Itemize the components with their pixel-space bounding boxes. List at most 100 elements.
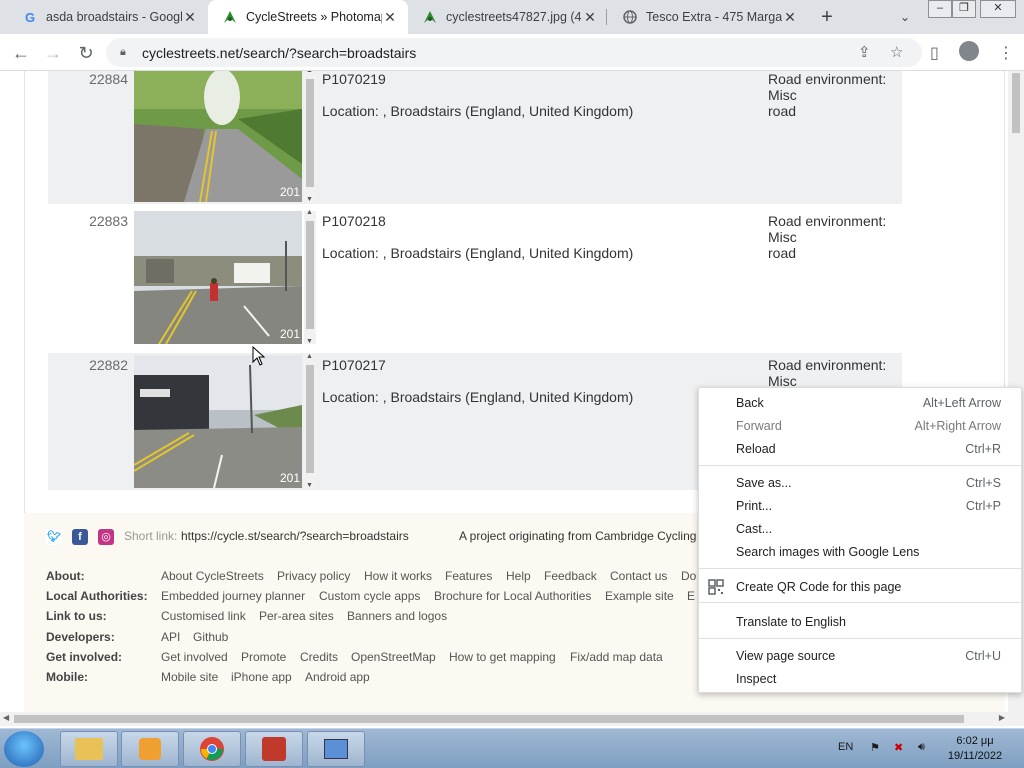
back-arrow-icon[interactable]: ← — [8, 40, 34, 66]
taskbar-control-panel[interactable] — [307, 731, 365, 767]
menu-item-save-as[interactable]: Save as... Ctrl+S — [699, 472, 1021, 494]
windows-taskbar: EN ⚑ ✖ 🔊︎ 6:02 μμ 19/11/2022 — [0, 728, 1024, 768]
media-player-icon — [139, 738, 161, 760]
footer-link[interactable]: Mobile site — [161, 670, 218, 684]
thumbnail-scrollbar[interactable]: ▲▼ — [304, 209, 316, 345]
close-icon[interactable]: ✕ — [782, 9, 798, 26]
taskbar-explorer[interactable] — [60, 731, 118, 767]
photo-thumbnail[interactable]: 201 — [134, 71, 302, 202]
close-icon[interactable]: ✕ — [382, 9, 398, 26]
network-warning-icon[interactable]: ✖ — [894, 741, 903, 754]
thumbnail-scrollbar[interactable]: ▲▼ — [304, 353, 316, 489]
context-menu: Back Alt+Left Arrow Forward Alt+Right Ar… — [698, 387, 1022, 693]
photo-title: P1070219 — [322, 71, 386, 87]
action-center-icon[interactable]: ⚑ — [870, 741, 880, 754]
close-icon[interactable]: ✕ — [582, 9, 598, 26]
footer-link[interactable]: Example site — [605, 589, 674, 603]
project-credit[interactable]: A project originating from Cambridge Cyc… — [459, 529, 696, 543]
footer-link[interactable]: How it works — [364, 569, 432, 583]
menu-item-back[interactable]: Back Alt+Left Arrow — [699, 392, 1021, 414]
photo-id: 22883 — [89, 213, 128, 229]
photo-thumbnail[interactable]: 201 — [134, 355, 302, 488]
menu-item-forward[interactable]: Forward Alt+Right Arrow — [699, 415, 1021, 437]
address-bar[interactable]: 🔒︎ cyclestreets.net/search/?search=broad… — [106, 38, 922, 67]
taskbar-app[interactable] — [245, 731, 303, 767]
footer-link[interactable]: Custom cycle apps — [319, 589, 420, 603]
footer-link[interactable]: Android app — [305, 670, 370, 684]
short-link[interactable]: https://cycle.st/search/?search=broadsta… — [181, 529, 409, 543]
restore-button[interactable]: ❐ — [952, 0, 976, 18]
page-horizontal-scrollbar[interactable]: ◀ ▶ — [0, 712, 1008, 726]
close-icon[interactable]: ✕ — [182, 9, 198, 26]
taskbar-chrome[interactable] — [183, 731, 241, 767]
control-panel-icon — [324, 739, 348, 759]
footer-link[interactable]: Privacy policy — [277, 569, 350, 583]
footer-link[interactable]: Brochure for Local Authorities — [434, 589, 591, 603]
menu-item-translate[interactable]: Translate to English — [699, 611, 1021, 633]
photo-location: Location: , Broadstairs (England, United… — [322, 389, 634, 405]
menu-item-print[interactable]: Print... Ctrl+P — [699, 495, 1021, 517]
footer-link[interactable]: Do — [681, 569, 696, 583]
footer-link[interactable]: E — [687, 589, 695, 603]
menu-item-view-source[interactable]: View page source Ctrl+U — [699, 645, 1021, 667]
photo-id: 22882 — [89, 357, 128, 373]
scroll-left-icon[interactable]: ◀ — [3, 713, 9, 722]
footer-link[interactable]: About CycleStreets — [161, 569, 264, 583]
footer-link[interactable]: Customised link — [161, 609, 246, 623]
footer-link[interactable]: Banners and logos — [347, 609, 447, 623]
profile-avatar-icon[interactable] — [959, 41, 979, 61]
twitter-icon[interactable]: 🐦︎ — [46, 529, 62, 545]
menu-item-google-lens[interactable]: Search images with Google Lens — [699, 541, 1021, 563]
footer-link[interactable]: Embedded journey planner — [161, 589, 305, 603]
minimize-button[interactable]: – — [928, 0, 952, 18]
menu-item-qr-code[interactable]: Create QR Code for this page — [699, 576, 1021, 598]
system-clock[interactable]: 6:02 μμ 19/11/2022 — [940, 734, 1010, 764]
tab-search-chevron-icon[interactable]: ⌄ — [895, 5, 915, 29]
footer-link[interactable]: API — [161, 630, 180, 644]
footer-link[interactable]: Fix/add map data — [570, 650, 663, 664]
photo-title: P1070218 — [322, 213, 386, 229]
tab-tesco-extra[interactable]: Tesco Extra - 475 Margate ✕ — [608, 0, 808, 34]
forward-arrow-icon[interactable]: → — [40, 40, 66, 66]
taskbar-media-player[interactable] — [121, 731, 179, 767]
footer-link[interactable]: Features — [445, 569, 492, 583]
bookmark-star-icon[interactable]: ☆ — [890, 43, 903, 61]
thumbnail-scrollbar[interactable]: ▲▼ — [304, 71, 316, 203]
instagram-icon[interactable]: ◎ — [98, 529, 114, 545]
photo-thumbnail[interactable]: 201 — [134, 211, 302, 344]
new-tab-button[interactable]: + — [815, 5, 839, 29]
footer-link[interactable]: Get involved — [161, 650, 228, 664]
tab-cyclestreets-photomap[interactable]: CycleStreets » Photomap ✕ — [208, 0, 408, 34]
footer-link[interactable]: Per-area sites — [259, 609, 334, 623]
footer-link[interactable]: Credits — [300, 650, 338, 664]
footer-link[interactable]: iPhone app — [231, 670, 292, 684]
start-button-windows-icon[interactable] — [4, 731, 44, 767]
footer-link[interactable]: OpenStreetMap — [351, 650, 436, 664]
thumbnail-year: 201 — [279, 185, 300, 199]
side-panel-icon[interactable]: ▯ — [930, 43, 939, 63]
volume-icon[interactable]: 🔊︎ — [918, 741, 925, 754]
scroll-right-icon[interactable]: ▶ — [999, 713, 1005, 722]
footer-link[interactable]: Help — [506, 569, 531, 583]
thumbnail-year: 201 — [279, 471, 300, 485]
language-indicator[interactable]: EN — [838, 741, 853, 753]
reload-icon[interactable]: ↻ — [73, 40, 99, 66]
menu-item-inspect[interactable]: Inspect — [699, 668, 1021, 690]
photo-id: 22884 — [89, 71, 128, 87]
footer-link[interactable]: Github — [193, 630, 228, 644]
tab-asda-broadstairs[interactable]: G asda broadstairs - Google ✕ — [8, 0, 208, 34]
footer-link[interactable]: Promote — [241, 650, 286, 664]
photo-title: P1070217 — [322, 357, 386, 373]
menu-item-reload[interactable]: Reload Ctrl+R — [699, 438, 1021, 460]
close-window-button[interactable]: ✕ — [980, 0, 1016, 18]
tab-cyclestreets-jpg[interactable]: cyclestreets47827.jpg (40 ✕ — [408, 0, 608, 34]
footer-link[interactable]: Feedback — [544, 569, 597, 583]
facebook-icon[interactable]: f — [72, 529, 88, 545]
footer-link[interactable]: Contact us — [610, 569, 667, 583]
menu-kebab-icon[interactable]: ⋮ — [998, 43, 1014, 63]
footer-link[interactable]: How to get mapping — [449, 650, 556, 664]
menu-item-cast[interactable]: Cast... — [699, 518, 1021, 540]
share-icon[interactable]: ⇪ — [858, 43, 871, 61]
road-environment: Road environment: Misc road — [768, 213, 887, 261]
photo-location: Location: , Broadstairs (England, United… — [322, 103, 634, 119]
